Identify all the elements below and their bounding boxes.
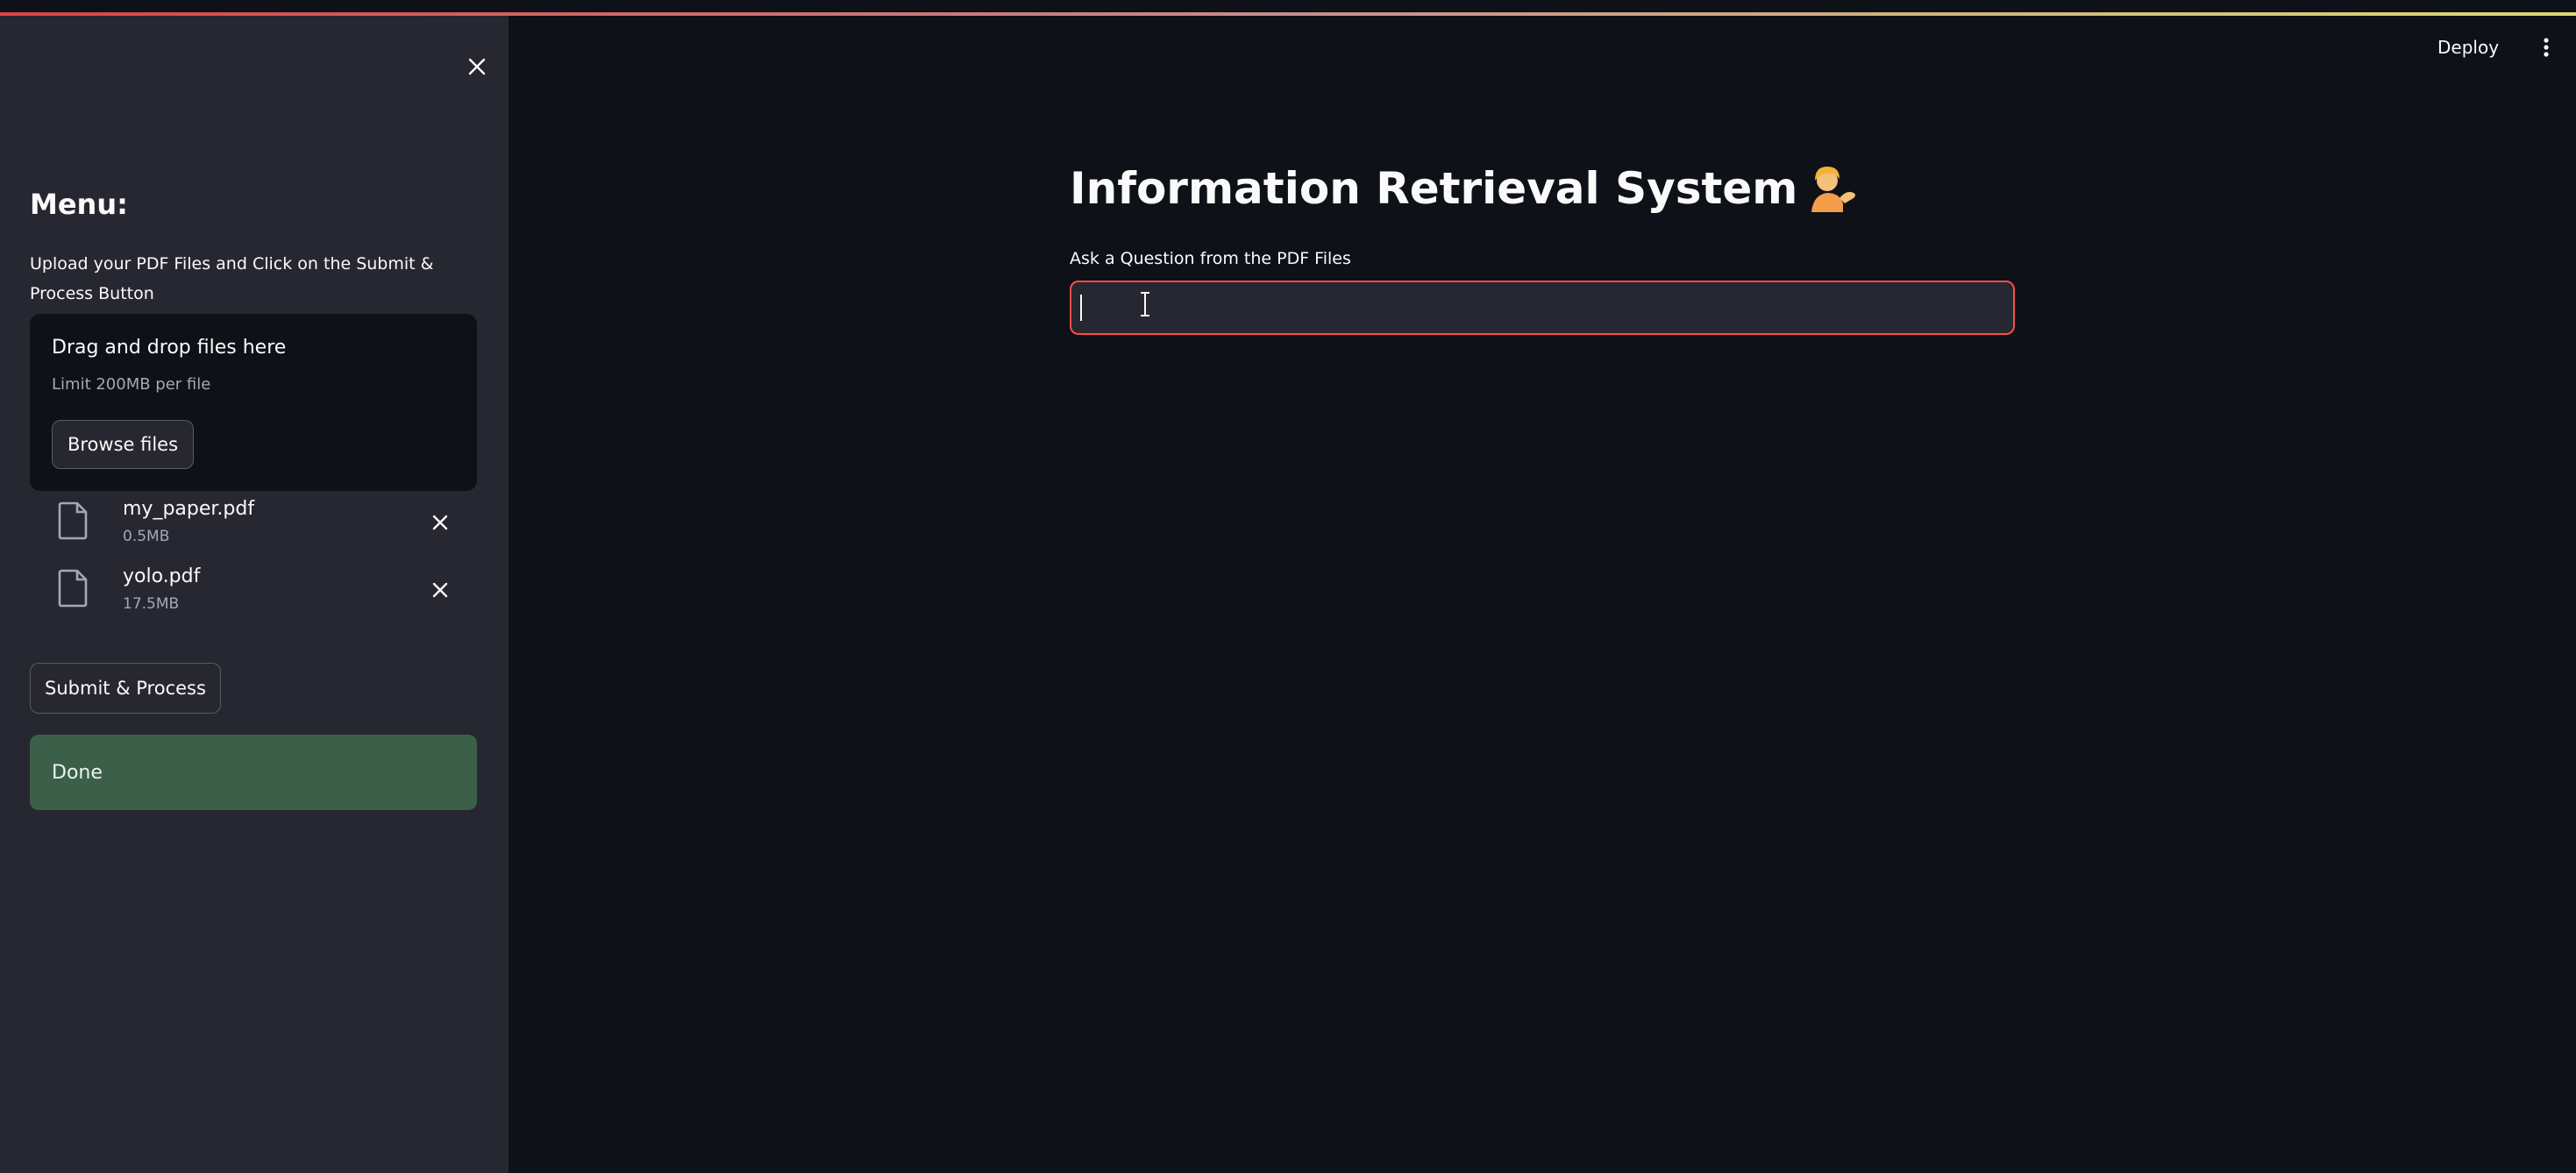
sidebar: Menu: Upload your PDF Files and Click on… bbox=[0, 16, 509, 1173]
file-dropzone[interactable]: Drag and drop files here Limit 200MB per… bbox=[30, 314, 477, 491]
file-icon bbox=[58, 501, 88, 540]
dropzone-limit: Limit 200MB per file bbox=[52, 375, 211, 394]
page-title-text: Information Retrieval System bbox=[1070, 163, 1798, 214]
main-menu-button[interactable] bbox=[2532, 30, 2560, 65]
remove-file-button[interactable] bbox=[423, 505, 458, 540]
deploy-button[interactable]: Deploy bbox=[2437, 30, 2499, 65]
remove-file-button[interactable] bbox=[423, 572, 458, 608]
ibeam-cursor-icon bbox=[1141, 292, 1149, 316]
menu-description: Upload your PDF Files and Click on the S… bbox=[30, 254, 434, 303]
close-icon bbox=[432, 582, 448, 598]
menu-title: Menu: bbox=[30, 188, 128, 221]
submit-process-button[interactable]: Submit & Process bbox=[30, 663, 221, 714]
sidebar-close-button[interactable] bbox=[459, 49, 495, 84]
uploaded-file-item: yolo.pdf 17.5MB bbox=[56, 564, 459, 620]
file-size: 0.5MB bbox=[123, 528, 170, 545]
dropzone-title: Drag and drop files here bbox=[52, 337, 287, 359]
close-icon bbox=[432, 515, 448, 530]
page-title: Information Retrieval System bbox=[1070, 163, 1859, 214]
file-icon bbox=[58, 569, 88, 608]
question-label: Ask a Question from the PDF Files bbox=[1070, 249, 1351, 268]
top-decoration-bar bbox=[0, 0, 2576, 16]
kebab-menu-icon bbox=[2544, 38, 2549, 57]
success-status-box: Done bbox=[30, 735, 477, 810]
person-tipping-hand-emoji-icon bbox=[1811, 167, 1856, 212]
file-name: yolo.pdf bbox=[123, 565, 201, 587]
close-icon bbox=[468, 58, 486, 75]
file-size: 17.5MB bbox=[123, 595, 180, 613]
uploaded-file-item: my_paper.pdf 0.5MB bbox=[56, 496, 459, 552]
text-caret bbox=[1080, 295, 1082, 321]
file-name: my_paper.pdf bbox=[123, 498, 255, 520]
status-text: Done bbox=[52, 761, 103, 784]
question-input[interactable] bbox=[1070, 281, 2015, 335]
browse-files-button[interactable]: Browse files bbox=[52, 420, 194, 469]
